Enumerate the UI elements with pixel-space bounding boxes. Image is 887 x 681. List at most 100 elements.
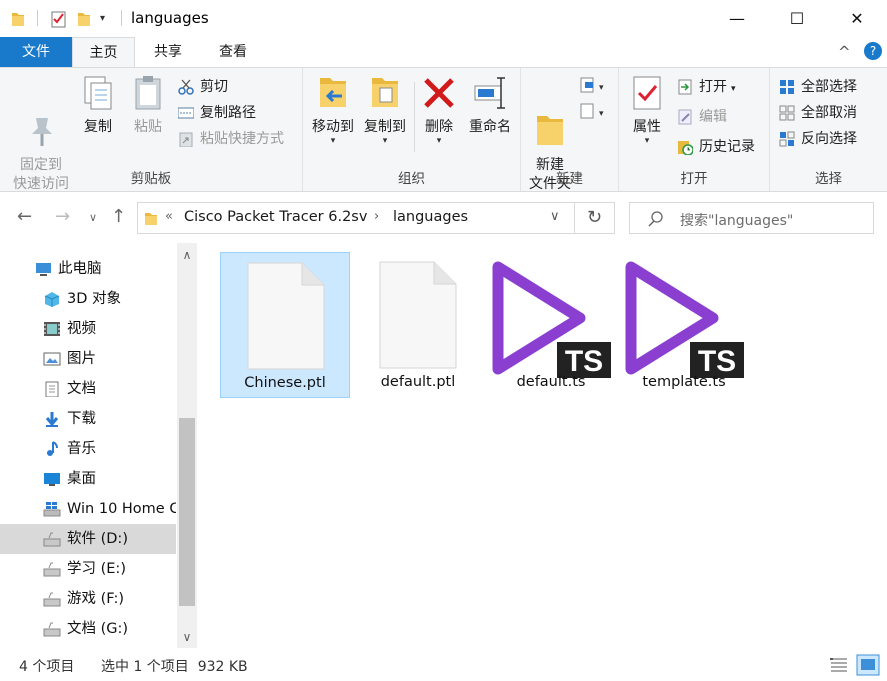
nav-item-music[interactable]: 音乐 bbox=[0, 434, 176, 464]
cut-label: 剪切 bbox=[200, 79, 228, 95]
copy-to-button[interactable]: 复制到 ▾ bbox=[359, 74, 411, 146]
file-item[interactable]: TS default.ts bbox=[486, 252, 616, 398]
address-bar[interactable]: « Cisco Packet Tracer 6.2sv › languages … bbox=[137, 202, 575, 234]
tab-file[interactable]: 文件 bbox=[0, 37, 72, 67]
select-all-button[interactable]: 全部选择 bbox=[779, 76, 857, 98]
item-count: 4 个项目 bbox=[19, 659, 75, 675]
dropdown-arrow-icon: ▾ bbox=[436, 136, 442, 146]
open-icon bbox=[678, 79, 692, 95]
nav-item-documents[interactable]: 文档 bbox=[0, 374, 176, 404]
new-folder-icon[interactable] bbox=[76, 9, 92, 29]
drive-icon bbox=[43, 592, 61, 607]
dropdown-arrow-icon: ▾ bbox=[644, 136, 650, 146]
file-name: default.ptl bbox=[380, 374, 456, 390]
properties-label: 属性 bbox=[633, 119, 661, 135]
details-view-icon[interactable] bbox=[829, 656, 849, 674]
history-icon bbox=[678, 141, 693, 155]
select-group: 全部选择 全部取消 反向选择 选择 bbox=[770, 68, 887, 191]
nav-item-pictures[interactable]: 图片 bbox=[0, 344, 176, 374]
open-button[interactable]: 打开 ▾ bbox=[677, 76, 736, 98]
nav-item-g-drive[interactable]: 文档 (G:) bbox=[0, 614, 176, 644]
new-item-button[interactable]: ▾ bbox=[579, 76, 609, 100]
scissors-icon bbox=[178, 79, 194, 95]
paste-button[interactable]: 粘贴 bbox=[128, 74, 168, 137]
file-item[interactable]: Chinese.ptl bbox=[220, 252, 350, 398]
help-icon[interactable]: ? bbox=[864, 42, 882, 60]
scrollbar-thumb[interactable] bbox=[179, 418, 195, 606]
edit-button[interactable]: 编辑 bbox=[677, 106, 727, 128]
move-to-label: 移动到 bbox=[312, 119, 354, 135]
close-button[interactable]: ✕ bbox=[827, 0, 887, 37]
organize-group: 移动到 ▾ 复制到 ▾ 删除 ▾ 重命名 组织 bbox=[303, 68, 521, 191]
scroll-up-arrow-icon[interactable]: ∧ bbox=[177, 245, 197, 265]
select-group-label: 选择 bbox=[815, 171, 842, 187]
breadcrumb-separator-icon[interactable]: › bbox=[374, 209, 379, 224]
maximize-button[interactable]: ☐ bbox=[767, 0, 827, 37]
nav-item-desktop[interactable]: 桌面 bbox=[0, 464, 176, 494]
file-item[interactable]: default.ptl bbox=[353, 252, 483, 398]
move-to-button[interactable]: 移动到 ▾ bbox=[307, 74, 359, 146]
nav-item-this-pc[interactable]: 此电脑 bbox=[0, 254, 176, 284]
large-icons-view-icon[interactable] bbox=[856, 654, 880, 676]
open-group-label: 打开 bbox=[680, 171, 708, 187]
nav-item-label: 3D 对象 bbox=[67, 291, 121, 307]
copy-path-icon bbox=[178, 107, 194, 119]
nav-item-label: 学习 (E:) bbox=[67, 561, 126, 577]
breadcrumb-item[interactable]: languages bbox=[393, 209, 468, 225]
tab-share[interactable]: 共享 bbox=[137, 37, 199, 67]
collapse-ribbon-icon[interactable]: ^ bbox=[838, 43, 851, 61]
forward-arrow-icon[interactable]: → bbox=[55, 206, 70, 227]
back-arrow-icon[interactable]: ← bbox=[17, 206, 32, 227]
tab-home[interactable]: 主页 bbox=[72, 37, 135, 68]
address-dropdown-chevron-icon[interactable]: ∨ bbox=[550, 209, 560, 224]
divider bbox=[37, 10, 38, 26]
minimize-button[interactable]: — bbox=[707, 0, 767, 37]
cut-button[interactable]: 剪切 bbox=[178, 76, 228, 98]
status-bar: 4 个项目 选中 1 个项目 932 KB bbox=[0, 648, 887, 681]
new-item-icon: ▾ bbox=[580, 77, 604, 93]
up-arrow-icon[interactable]: ↑ bbox=[111, 206, 126, 227]
copy-button[interactable]: 复制 bbox=[78, 74, 118, 137]
file-list: Chinese.ptl default.ptl TS default.ts TS… bbox=[197, 243, 887, 648]
paste-shortcut-button[interactable]: 粘贴快捷方式 bbox=[178, 128, 284, 150]
nav-item-label: 音乐 bbox=[67, 441, 96, 457]
overflow-chevron-icon[interactable]: « bbox=[165, 209, 173, 224]
search-box[interactable]: 搜索"languages" bbox=[629, 202, 874, 234]
nav-item-label: 桌面 bbox=[67, 471, 96, 487]
nav-item-videos[interactable]: 视频 bbox=[0, 314, 176, 344]
rename-button[interactable]: 重命名 bbox=[463, 74, 517, 137]
select-none-button[interactable]: 全部取消 bbox=[779, 102, 857, 124]
invert-selection-button[interactable]: 反向选择 bbox=[779, 128, 857, 150]
ribbon-tabs: 文件 主页 共享 查看 ^ ? bbox=[0, 37, 887, 68]
tab-view[interactable]: 查看 bbox=[202, 37, 264, 67]
file-name: template.ts bbox=[642, 374, 726, 390]
easy-access-button[interactable]: ▾ bbox=[579, 102, 609, 126]
nav-item-c-drive[interactable]: Win 10 Home C bbox=[0, 494, 176, 524]
nav-item-e-drive[interactable]: 学习 (E:) bbox=[0, 554, 176, 584]
breadcrumb-item[interactable]: Cisco Packet Tracer 6.2sv bbox=[184, 209, 367, 225]
refresh-button[interactable]: ↻ bbox=[575, 202, 615, 234]
select-all-icon bbox=[780, 80, 794, 94]
customize-toolbar-arrow-icon[interactable]: ▾ bbox=[100, 13, 105, 33]
history-button[interactable]: 历史记录 bbox=[677, 136, 755, 158]
recent-locations-chevron-icon[interactable]: ∨ bbox=[89, 211, 97, 224]
search-icon bbox=[648, 211, 663, 227]
copy-path-button[interactable]: 复制路径 bbox=[178, 102, 256, 124]
file-item[interactable]: TS template.ts bbox=[619, 252, 749, 398]
nav-item-downloads[interactable]: 下载 bbox=[0, 404, 176, 434]
download-icon bbox=[45, 412, 59, 427]
nav-pane-scrollbar[interactable]: ∧ ∨ bbox=[177, 243, 197, 648]
scroll-down-arrow-icon[interactable]: ∨ bbox=[177, 627, 197, 647]
3d-objects-icon bbox=[44, 292, 60, 307]
nav-item-3d-objects[interactable]: 3D 对象 bbox=[0, 284, 176, 314]
nav-item-f-drive[interactable]: 游戏 (F:) bbox=[0, 584, 176, 614]
properties-button[interactable]: 属性 ▾ bbox=[625, 74, 669, 146]
properties-icon[interactable] bbox=[50, 9, 68, 29]
select-all-label: 全部选择 bbox=[801, 79, 857, 95]
drive-icon bbox=[43, 622, 61, 637]
divider bbox=[121, 10, 122, 26]
delete-label: 删除 bbox=[425, 119, 453, 135]
delete-button[interactable]: 删除 ▾ bbox=[419, 74, 459, 146]
nav-item-d-drive[interactable]: 软件 (D:) bbox=[0, 524, 176, 554]
nav-item-label: 游戏 (F:) bbox=[67, 591, 125, 607]
